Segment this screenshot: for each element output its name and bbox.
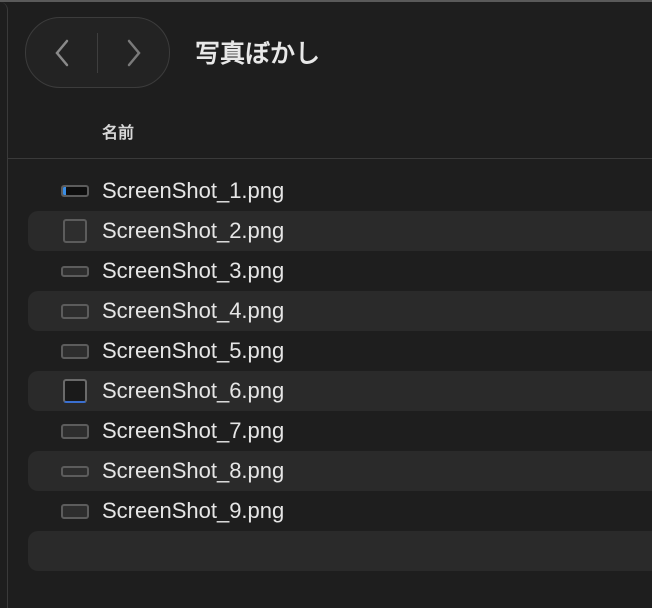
navigation-buttons <box>25 17 170 88</box>
sidebar <box>0 2 8 608</box>
file-name: ScreenShot_4.png <box>102 298 285 323</box>
file-name: ScreenShot_2.png <box>102 218 285 243</box>
file-row[interactable]: ScreenShot_6.png <box>28 371 652 411</box>
file-name: ScreenShot_1.png <box>102 178 285 203</box>
file-row[interactable]: ScreenShot_7.png <box>28 411 652 451</box>
file-name: ScreenShot_8.png <box>102 458 285 483</box>
wide-thumbnail-icon <box>60 303 90 319</box>
file-name: ScreenShot_5.png <box>102 338 285 363</box>
file-row[interactable]: ScreenShot_4.png <box>28 291 652 331</box>
square-thumbnail-icon <box>60 379 90 403</box>
wide-thumbnail-icon <box>60 503 90 519</box>
file-list: ScreenShot_1.png ScreenShot_2.png ScreenSh… <box>28 171 652 531</box>
wide-thumbnail-icon <box>60 343 90 359</box>
file-row[interactable]: ScreenShot_1.png <box>28 171 652 211</box>
file-row[interactable]: ScreenShot_9.png <box>28 491 652 531</box>
file-name: ScreenShot_9.png <box>102 498 285 523</box>
wide-thumbnail-icon <box>60 423 90 439</box>
back-button[interactable] <box>26 18 97 87</box>
square-thumbnail-icon <box>60 219 90 243</box>
wide-dark-thumbnail-icon <box>60 185 90 197</box>
chevron-left-icon <box>54 39 68 66</box>
wide-thumbnail-icon <box>60 465 90 477</box>
file-row[interactable]: ScreenShot_3.png <box>28 251 652 291</box>
file-name: ScreenShot_7.png <box>102 418 285 443</box>
window-top-border <box>0 0 652 2</box>
chevron-right-icon <box>127 39 141 66</box>
column-header-name[interactable]: 名前 <box>102 119 134 143</box>
empty-row <box>28 531 652 571</box>
wide-thumbnail-icon <box>60 265 90 277</box>
file-name: ScreenShot_6.png <box>102 378 285 403</box>
file-row[interactable]: ScreenShot_8.png <box>28 451 652 491</box>
header-divider <box>7 158 652 159</box>
folder-title: 写真ぼかし <box>195 40 321 68</box>
file-name: ScreenShot_3.png <box>102 258 285 283</box>
file-row[interactable]: ScreenShot_5.png <box>28 331 652 371</box>
file-row[interactable]: ScreenShot_2.png <box>28 211 652 251</box>
forward-button[interactable] <box>98 18 169 87</box>
